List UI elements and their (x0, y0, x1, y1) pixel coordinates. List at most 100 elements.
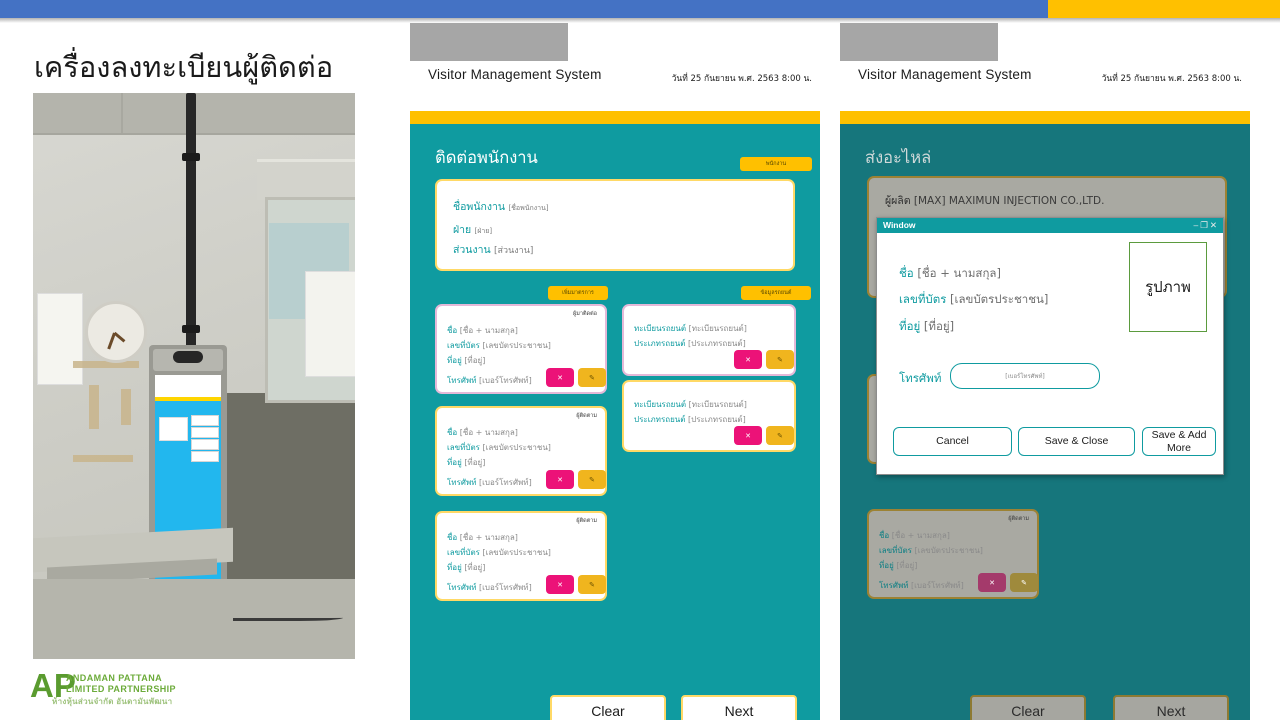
visitor-address-placeholder: [ที่อยู่] (464, 458, 486, 467)
right-visitor-phone-field: โทรศัพท์ [เบอร์โทรศัพท์] (879, 579, 964, 592)
right-visitor-address-field: ที่อยู่ [ที่อยู่] (879, 559, 917, 572)
delete-icon[interactable]: ✕ (546, 368, 574, 387)
right-visitor-name-placeholder: [ชื่อ + นามสกุล] (891, 531, 950, 540)
page-title: เครื่องลงทะเบียนผู้ติดต่อ (34, 50, 334, 84)
visitor-phone-label: โทรศัพท์ (447, 478, 477, 487)
visitor-address-label: ที่อยู่ (447, 563, 462, 572)
phone-input[interactable]: [เบอร์โทรศัพท์] (950, 363, 1100, 389)
employee-card: ชื่อพนักงาน [ชื่อพนักงาน] ฝ่าย [ฝ่าย] ส่… (435, 179, 795, 271)
clear-button[interactable]: Clear (550, 695, 666, 720)
maximize-icon[interactable]: ❐ (1200, 220, 1210, 230)
photo-dark-interior (223, 393, 355, 593)
middle-app-accent-bar (410, 111, 820, 124)
vehicle-plate-label: ทะเบียนรถยนต์ (634, 324, 687, 333)
edit-icon[interactable]: ✎ (766, 426, 794, 445)
visitor-name-label: ชื่อ (447, 428, 458, 437)
visitor-name-placeholder: [ชื่อ + นามสกุล] (459, 428, 518, 437)
visitor-id-field: เลขที่บัตร [เลขบัตรประชาชน] (447, 441, 551, 454)
photo-wall-clock (85, 301, 147, 363)
photo-tape-3 (121, 389, 131, 425)
dialog-address-field[interactable]: ที่อยู่ [ที่อยู่] (899, 318, 954, 336)
visitor-id-label: เลขที่บัตร (447, 548, 480, 557)
dialog-name-field[interactable]: ชื่อ [ชื่อ + นามสกุล] (899, 265, 1001, 283)
edit-icon[interactable]: ✎ (578, 575, 606, 594)
cancel-button[interactable]: Cancel (893, 427, 1012, 456)
right-visitor-id-placeholder: [เลขบัตรประชาชน] (914, 546, 983, 555)
right-visitor-address-label: ที่อยู่ (879, 561, 894, 570)
dialog-window-controls[interactable]: –❐✕ (1194, 220, 1219, 231)
vehicle-plate-placeholder: [ทะเบียนรถยนต์] (688, 324, 747, 333)
photo-tape-4 (73, 455, 133, 462)
right-app-date: วันที่ 25 กันยายน พ.ศ. 2563 8:00 น. (1101, 74, 1242, 84)
right-visitor-card: ผู้ติดตาม ชื่อ [ชื่อ + นามสกุล] เลขที่บั… (867, 509, 1039, 599)
visitor-address-placeholder: [ที่อยู่] (464, 356, 486, 365)
top-bar-blue-segment (0, 0, 1048, 18)
manufacturer-label: ผู้ผลิต (885, 195, 911, 207)
photo-kiosk-screen-header (155, 375, 221, 397)
visitor-name-label: ชื่อ (447, 533, 458, 542)
vehicle-type-field: ประเภทรถยนต์ [ประเภทรถยนต์] (634, 413, 746, 426)
delete-icon[interactable]: ✕ (546, 575, 574, 594)
photo-poster-right (305, 271, 355, 377)
right-visitor-id-label: เลขที่บัตร (879, 546, 912, 555)
visitor-card[interactable]: ผู้ติดตาม ชื่อ [ชื่อ + นามสกุล] เลขที่บั… (435, 511, 607, 601)
photo-kiosk-camera (173, 351, 203, 363)
visitor-id-placeholder: [เลขบัตรประชาชน] (482, 443, 551, 452)
save-close-button[interactable]: Save & Close (1018, 427, 1135, 456)
save-add-more-button[interactable]: Save & Add More (1142, 427, 1216, 456)
visitor-address-field: ที่อยู่ [ที่อยู่] (447, 354, 485, 367)
delete-icon[interactable]: ✕ (734, 350, 762, 369)
dialog-address-label: ที่อยู่ (899, 319, 921, 333)
vehicle-type-label: ประเภทรถยนต์ (634, 415, 686, 424)
employee-chip[interactable]: พนักงาน (740, 157, 812, 171)
employee-name-field: ชื่อพนักงาน [ชื่อพนักงาน] (453, 198, 549, 215)
edit-icon[interactable]: ✎ (578, 470, 606, 489)
visitor-id-label: เลขที่บัตร (447, 443, 480, 452)
right-visitor-phone-label: โทรศัพท์ (879, 581, 909, 590)
employee-dept-field: ฝ่าย [ฝ่าย] (453, 221, 492, 238)
photo-preview-box[interactable]: รูปภาพ (1129, 242, 1207, 332)
photo-kiosk-menu-item-2 (191, 427, 219, 438)
middle-app-logo-placeholder (410, 23, 568, 61)
photo-poster-left (37, 293, 83, 385)
add-measure-chip[interactable]: เพิ่มมาตรการ (548, 286, 608, 300)
close-icon[interactable]: ✕ (1210, 220, 1219, 230)
visitor-card[interactable]: ผู้ติดตาม ชื่อ [ชื่อ + นามสกุล] เลขที่บั… (435, 406, 607, 496)
employee-section-placeholder: [ส่วนงาน] (494, 246, 534, 256)
visitor-phone-field: โทรศัพท์ [เบอร์โทรศัพท์] (447, 476, 532, 489)
dialog-id-field[interactable]: เลขที่บัตร [เลขบัตรประชาชน] (899, 291, 1048, 309)
middle-app-name: Visitor Management System (428, 67, 602, 82)
vehicle-card[interactable]: ทะเบียนรถยนต์ [ทะเบียนรถยนต์] ประเภทรถยน… (622, 380, 796, 452)
dialog-titlebar[interactable]: Window –❐✕ (877, 218, 1223, 233)
edit-icon[interactable]: ✎ (578, 368, 606, 387)
next-button[interactable]: Next (681, 695, 797, 720)
manufacturer-value: [MAX] MAXIMUN INJECTION CO.,LTD. (913, 195, 1105, 207)
photo-pole-joint-bottom (182, 325, 200, 333)
visitor-address-placeholder: [ที่อยู่] (464, 563, 486, 572)
visitor-id-field: เลขที่บัตร [เลขบัตรประชาชน] (447, 546, 551, 559)
delete-icon[interactable]: ✕ (734, 426, 762, 445)
visitor-phone-label: โทรศัพท์ (447, 583, 477, 592)
dialog-phone-label: โทรศัพท์ (899, 371, 942, 385)
right-visitor-name-field: ชื่อ [ชื่อ + นามสกุล] (879, 529, 950, 542)
vehicle-info-chip[interactable]: ข้อมูลรถยนต์ (741, 286, 811, 300)
edit-icon[interactable]: ✎ (766, 350, 794, 369)
visitor-address-field: ที่อยู่ [ที่อยู่] (447, 456, 485, 469)
visitor-phone-placeholder: [เบอร์โทรศัพท์] (479, 583, 532, 592)
company-logo: AP ANDAMAN PATTANA LIMITED PARTNERSHIP ห… (30, 668, 180, 708)
right-visitor-phone-placeholder: [เบอร์โทรศัพท์] (911, 581, 964, 590)
visitor-card[interactable]: ผู้มาติดต่อ ชื่อ [ชื่อ + นามสกุล] เลขที่… (435, 304, 607, 394)
visitor-card-tag: ผู้ติดตาม (576, 413, 597, 419)
visitor-name-label: ชื่อ (447, 326, 458, 335)
photo-awning (257, 159, 355, 200)
right-app-logo-placeholder (840, 23, 998, 61)
slide-left-column: เครื่องลงทะเบียนผู้ติดต่อ AP ANDAMAN PAT… (0, 23, 400, 720)
delete-icon[interactable]: ✕ (546, 470, 574, 489)
vehicle-card[interactable]: ทะเบียนรถยนต์ [ทะเบียนรถยนต์] ประเภทรถยน… (622, 304, 796, 376)
visitor-address-field: ที่อยู่ [ที่อยู่] (447, 561, 485, 574)
vehicle-type-placeholder: [ประเภทรถยนต์] (688, 415, 746, 424)
visitor-address-label: ที่อยู่ (447, 356, 462, 365)
right-next-button: Next (1113, 695, 1229, 720)
photo-wall-seam-vertical (121, 93, 123, 133)
photo-kiosk-screen-panel (159, 417, 188, 441)
